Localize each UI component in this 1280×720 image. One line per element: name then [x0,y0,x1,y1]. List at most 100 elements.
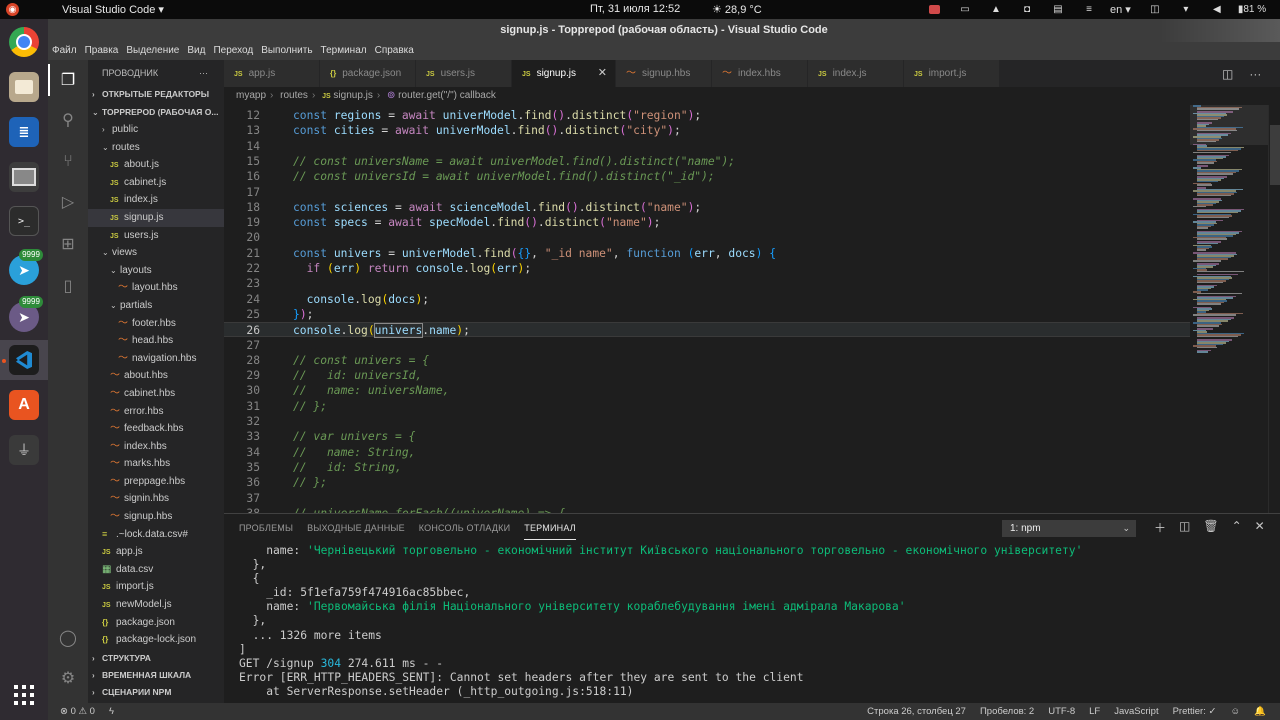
tab-signup-hbs[interactable]: 〜 signup.hbs [616,60,712,87]
tray-screenshot-icon[interactable]: ◘ [1017,2,1037,17]
tab-index-js[interactable]: JS index.js [808,60,904,87]
code-line[interactable]: 33 // var univers = { [224,429,1190,444]
more-actions-icon[interactable]: ··· [199,60,208,86]
kill-terminal-icon[interactable]: 🗑 [1203,519,1218,536]
panel-tab[interactable]: ТЕРМИНАЛ [524,514,576,540]
menu-go[interactable]: Переход [209,42,257,60]
weather-indicator[interactable]: ☀ 28,9 °C [712,3,762,16]
search-icon[interactable]: ⚲ [56,108,80,132]
terminal-select[interactable]: 1: npm ⌄ [1002,520,1136,537]
code-line[interactable]: 27 [224,338,1190,353]
tray-menu-icon[interactable]: ≡ [1079,2,1099,17]
tree-item[interactable]: 〜 index.hbs [88,438,224,456]
files-icon[interactable] [9,72,39,102]
tree-item[interactable]: JS app.js [88,543,224,561]
tab-package-json[interactable]: {} package.json [320,60,416,87]
tray-window-icon[interactable]: ▭ [955,2,975,17]
tree-item[interactable]: 〜 about.hbs [88,367,224,385]
tree-item[interactable]: › public [88,121,224,139]
software-center-icon[interactable]: A [9,390,39,420]
panel-tab[interactable]: ПРОБЛЕМЫ [239,514,293,542]
tree-item[interactable]: 〜 navigation.hbs [88,350,224,368]
workspace-section[interactable]: ⌄ TOPPREPOD (РАБОЧАЯ О... [88,104,224,121]
code-line[interactable]: 20 [224,230,1190,245]
tree-item[interactable]: JS about.js [88,156,224,174]
screenshot-app-icon[interactable] [9,162,39,192]
tray-app-icon[interactable] [924,2,944,17]
tree-item[interactable]: ≡ .~lock.data.csv# [88,526,224,544]
menu-terminal[interactable]: Терминал [317,42,371,60]
tree-item[interactable]: ⌄ layouts [88,262,224,280]
menu-edit[interactable]: Правка [81,42,123,60]
tray-clipboard-icon[interactable]: ▤ [1048,2,1068,17]
code-line[interactable]: 28 // const univers = { [224,353,1190,368]
tree-item[interactable]: JS signup.js [88,208,224,227]
breadcrumb-item[interactable]: myapp [236,90,266,101]
code-line[interactable]: 15 // const universName = await univerMod… [224,154,1190,169]
code-line[interactable]: 12 const regions = await univerModel.find… [224,108,1190,123]
code-line[interactable]: 37 [224,491,1190,506]
tree-item[interactable]: 〜 layout.hbs [88,279,224,297]
panel-tab[interactable]: КОНСОЛЬ ОТЛАДКИ [419,514,510,542]
code-line[interactable]: 38 // universName.forEach((univerName) =>… [224,506,1190,513]
writer-icon[interactable]: ≣ [9,117,39,147]
tree-item[interactable]: JS import.js [88,578,224,596]
chrome-icon[interactable] [9,27,39,57]
split-editor-icon[interactable]: ◫ [1222,67,1233,81]
tree-item[interactable]: ▦ data.csv [88,561,224,579]
tree-item[interactable]: ⌄ views [88,244,224,262]
encoding[interactable]: UTF-8 [1048,703,1075,720]
code-line[interactable]: 35 // id: String, [224,460,1190,475]
explorer-icon[interactable]: ❐ [48,64,80,96]
activities-icon[interactable]: ◉ [6,3,19,16]
tab-app-js[interactable]: JS app.js [224,60,320,87]
new-terminal-icon[interactable]: ＋ [1154,519,1166,536]
tree-item[interactable]: ⌄ routes [88,139,224,157]
code-editor[interactable]: 12 const regions = await univerModel.find… [224,105,1190,513]
open-editors-section[interactable]: › ОТКРЫТЫЕ РЕДАКТОРЫ [88,86,224,103]
maximize-panel-icon[interactable]: ⌃ [1232,519,1242,536]
menu-file[interactable]: Файл [48,42,81,60]
code-line[interactable]: 34 // name: String, [224,445,1190,460]
battery-indicator[interactable]: ▮ 81 % [1238,2,1266,17]
more-actions-icon[interactable]: ··· [1249,67,1261,81]
tree-item[interactable]: JS users.js [88,227,224,245]
tree-item[interactable]: JS index.js [88,191,224,209]
end-of-line[interactable]: LF [1089,703,1100,720]
extensions-icon[interactable]: ⊞ [56,232,80,256]
code-line[interactable]: 25}); [224,307,1190,322]
tab-signup-js[interactable]: JS signup.js ✕ [512,60,616,87]
code-line[interactable]: 24 console.log(docs); [224,292,1190,307]
code-line[interactable]: 14 [224,139,1190,154]
menu-help[interactable]: Справка [371,42,418,60]
cursor-position[interactable]: Строка 26, столбец 27 [867,703,966,720]
tray-display-icon[interactable]: ◫ [1145,2,1165,17]
tree-item[interactable]: 〜 marks.hbs [88,455,224,473]
tree-item[interactable]: JS cabinet.js [88,174,224,192]
prettier-status[interactable]: Prettier: ✓ [1173,703,1217,720]
problems-count[interactable]: ⊗ 0 ⚠ 0 [60,703,95,720]
wifi-icon[interactable]: ▾ [1176,2,1196,17]
menu-view[interactable]: Вид [183,42,209,60]
source-control-icon[interactable]: ⑂ [56,150,80,174]
code-line[interactable]: 13 const cities = await univerModel.find(… [224,123,1190,138]
tree-item[interactable]: JS newModel.js [88,596,224,614]
run-debug-icon[interactable]: ▷ [56,190,80,214]
tree-item[interactable]: 〜 signup.hbs [88,508,224,526]
code-line[interactable]: 17 [224,185,1190,200]
timeline-section[interactable]: › ВРЕМЕННАЯ ШКАЛА [88,667,224,684]
gear-icon[interactable]: ⚙ [56,666,80,690]
menu-selection[interactable]: Выделение [122,42,183,60]
menu-run[interactable]: Выполнить [257,42,316,60]
remote-explorer-icon[interactable]: ▯ [56,274,80,298]
editor-scrollbar[interactable] [1268,105,1280,513]
indentation[interactable]: Пробелов: 2 [980,703,1034,720]
tree-item[interactable]: 〜 head.hbs [88,332,224,350]
code-line[interactable]: 29 // id: universId, [224,368,1190,383]
language-mode[interactable]: JavaScript [1114,703,1158,720]
show-applications-icon[interactable] [9,680,39,710]
breadcrumb-item[interactable]: signup.js [333,90,372,101]
breadcrumb-item[interactable]: routes [280,90,308,101]
npm-scripts-section[interactable]: › СЦЕНАРИИ NPM [88,684,224,701]
code-line[interactable]: 19 const specs = await specModel.find().d… [224,215,1190,230]
